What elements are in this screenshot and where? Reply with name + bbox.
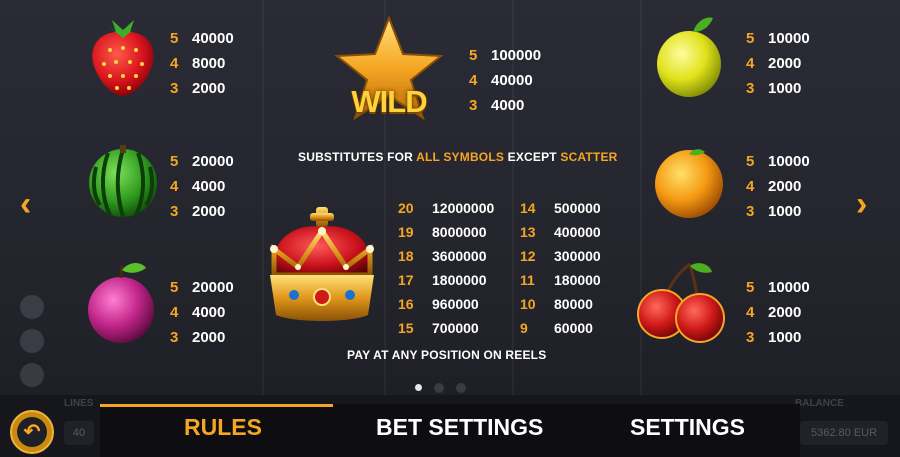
wild-star-icon: WILD [333,14,445,134]
scatter-paytable-col2: 14 500000 13 400000 12 300000 11 180000 10 80… [520,200,601,336]
back-arrow-icon: ↶ [17,417,47,447]
cherry-paytable: 5 10000 4 2000 3 1000 [746,279,810,346]
page-dot[interactable] [415,384,422,391]
watermelon-icon [86,143,160,224]
wild-paytable: 5 100000 4 40000 3 4000 [469,47,542,114]
page-dot[interactable] [434,383,444,393]
scatter-caption: PAY AT ANY POSITION ON REELS [347,348,547,362]
plum-icon [86,260,156,351]
orange-paytable: 5 10000 4 2000 3 1000 [746,153,810,220]
balance-value: 5362.80 EUR [800,421,888,445]
watermelon-paytable: 5 20000 4 4000 3 2000 [170,153,234,220]
active-tab-indicator [100,404,333,407]
pagination [415,383,466,393]
wild-caption-highlight: SCATTER [560,150,618,164]
lemon-paytable: 5 10000 4 2000 3 1000 [746,30,810,97]
orange-icon [653,146,725,225]
chevron-right-icon: › [856,185,868,223]
balance-label: BALANCE [795,398,844,409]
wild-caption-text: EXCEPT [507,150,561,164]
chevron-left-icon: ‹ [20,185,32,223]
tab-bet-settings[interactable]: BET SETTINGS [376,414,543,441]
info-icon[interactable] [20,295,44,319]
strawberry-paytable: 5 40000 4 8000 3 2000 [170,30,234,97]
tab-settings[interactable]: SETTINGS [630,414,745,441]
plum-paytable: 5 20000 4 4000 3 2000 [170,279,234,346]
cherry-icon [636,262,730,349]
wild-caption-highlight: ALL SYMBOLS [416,150,508,164]
crown-icon [260,205,384,332]
page-dot[interactable] [456,383,466,393]
next-page-button[interactable]: › [856,187,878,221]
prev-page-button[interactable]: ‹ [20,187,42,221]
tab-rules[interactable]: RULES [184,414,262,441]
wild-caption-text: SUBSTITUTES FOR [298,150,417,164]
scatter-paytable-col1: 20 12000000 19 8000000 18 3600000 17 1800000… [398,200,495,336]
settings-icon[interactable] [20,363,44,387]
wild-label: WILD [351,84,427,119]
wild-caption: SUBSTITUTES FOR ALL SYMBOLS EXCEPT SCATT… [298,150,618,164]
back-button[interactable]: ↶ [10,410,54,454]
sound-icon[interactable] [20,329,44,353]
menu-tabbar: RULES BET SETTINGS SETTINGS [100,404,800,457]
lines-value: 40 [64,421,94,445]
lines-label: LINES [64,398,94,409]
strawberry-icon [86,18,160,103]
lemon-icon [653,14,725,105]
paytable-panel: 5 40000 4 8000 3 2000 5 20000 4 4000 3 2000 52… [0,0,900,421]
